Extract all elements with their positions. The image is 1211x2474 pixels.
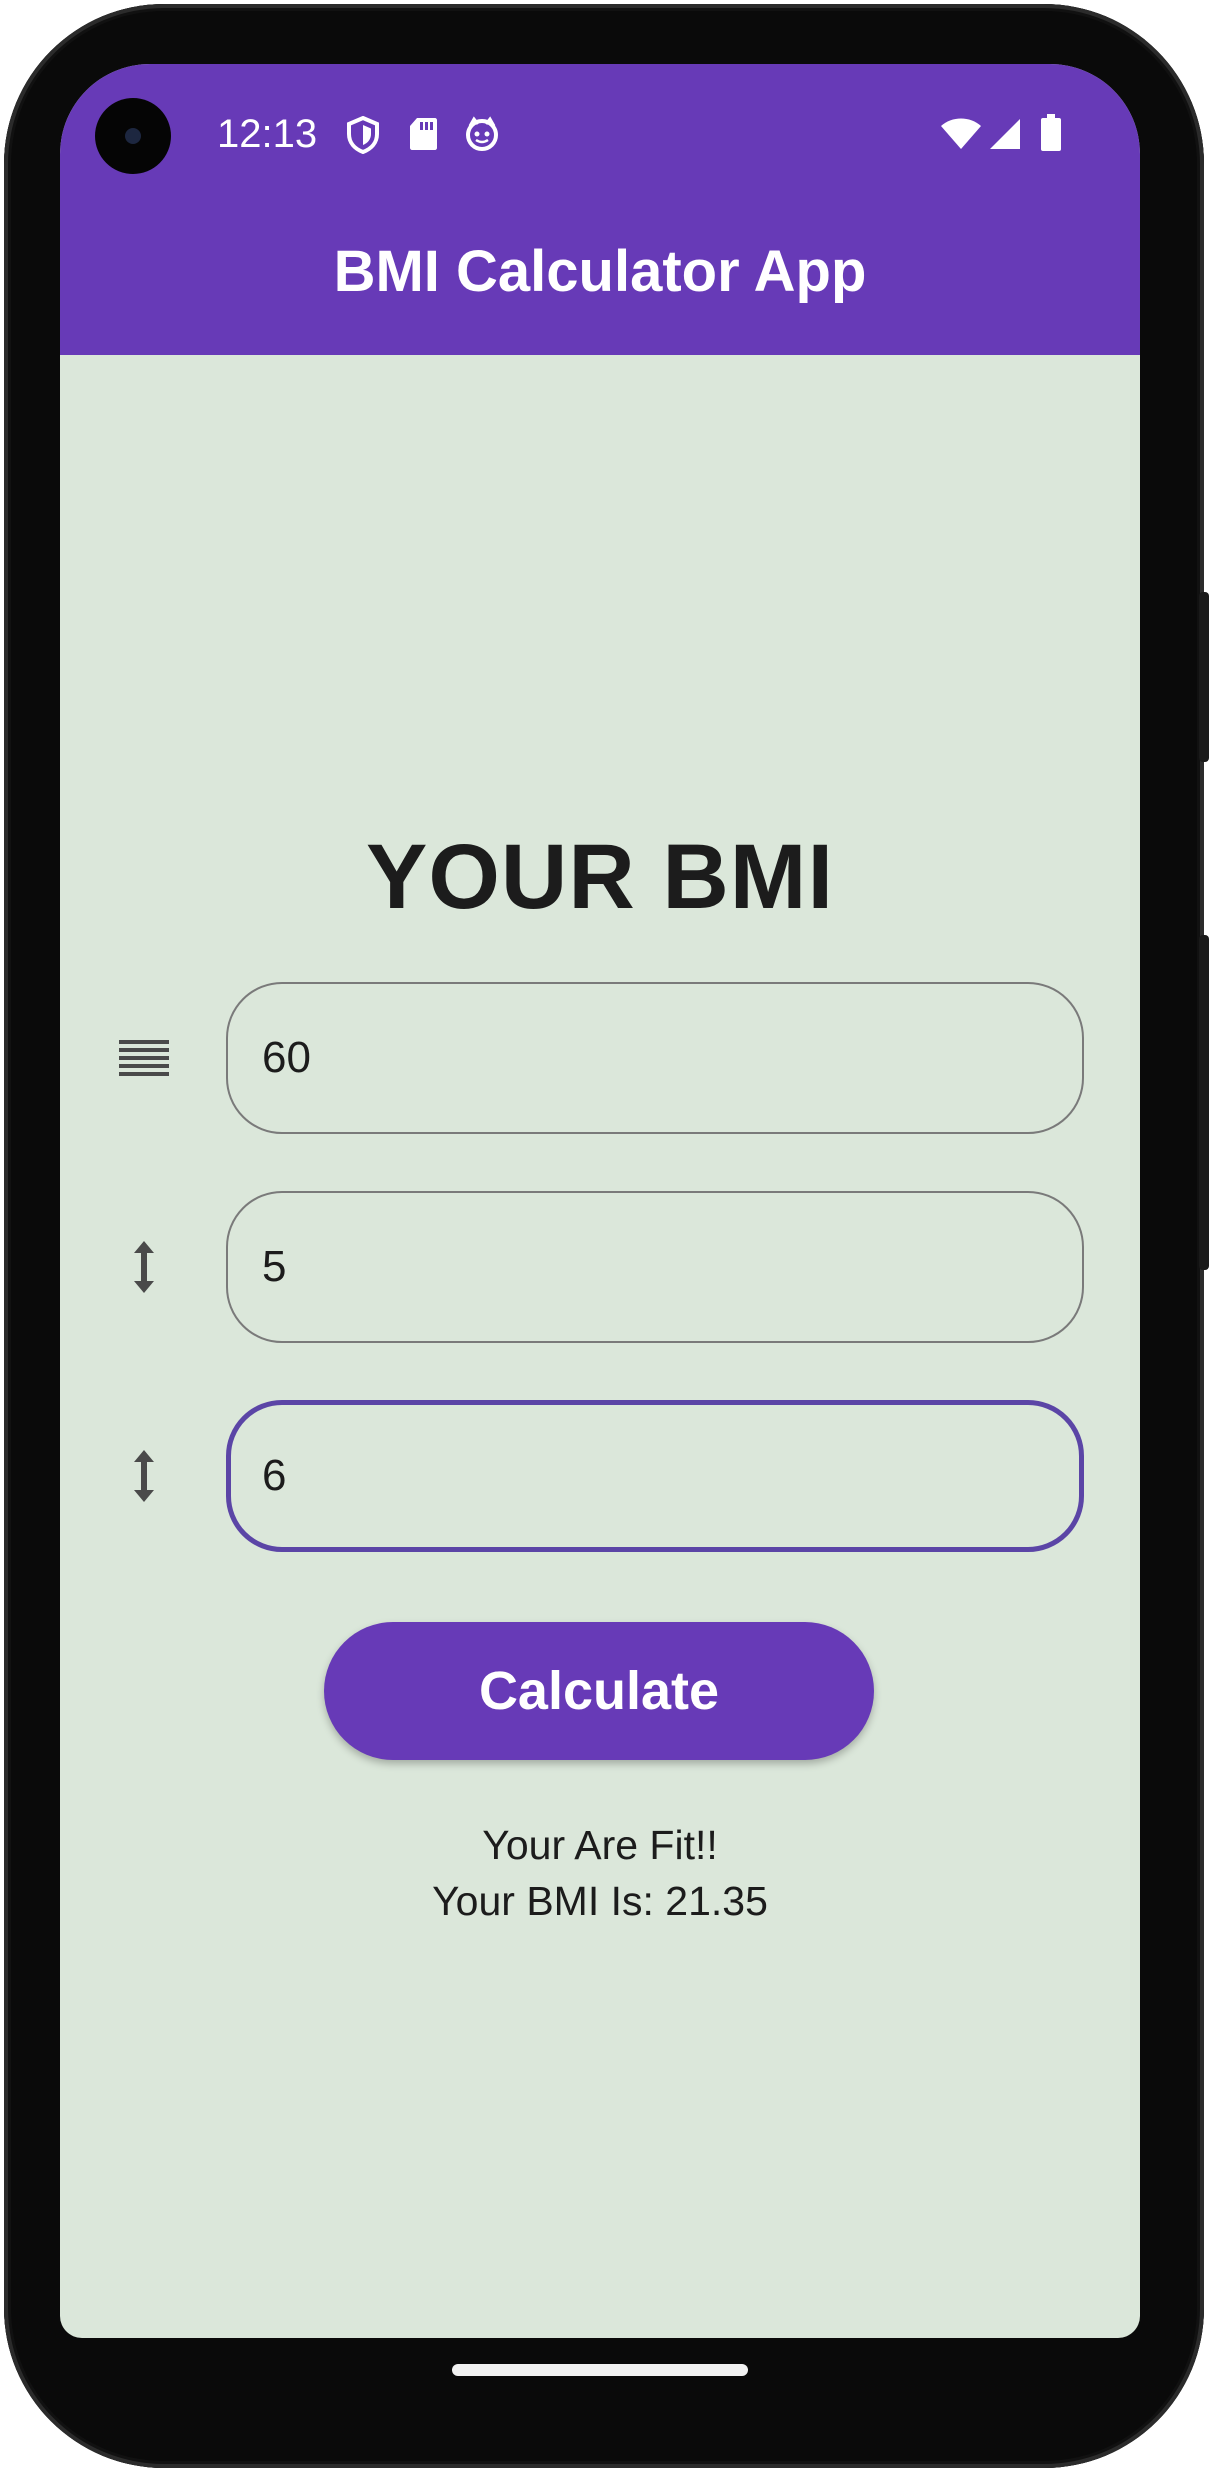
weight-input[interactable]: 60 <box>226 982 1084 1134</box>
weight-field-row: 60 <box>60 982 1140 1134</box>
height-inches-field-row: 6 <box>60 1400 1140 1552</box>
height-inches-input-value: 6 <box>262 1451 287 1500</box>
weight-input-value: 60 <box>262 1033 311 1082</box>
volume-button <box>1199 935 1209 1270</box>
sd-card-icon <box>408 116 438 157</box>
height-feet-input[interactable]: 5 <box>226 1191 1084 1343</box>
height-arrows-icon <box>114 1446 174 1506</box>
bmi-headline: YOUR BMI <box>366 826 834 928</box>
height-inches-input[interactable]: 6 <box>226 1400 1084 1552</box>
app-title: BMI Calculator App <box>333 239 867 304</box>
result-bmi-text: Your BMI Is: 21.35 <box>432 1878 768 1924</box>
wifi-icon <box>940 118 982 155</box>
status-time: 12:13 <box>217 112 318 156</box>
shield-icon <box>346 115 380 159</box>
app-screen: 12:13 BMI Calculator App YOUR BMI 60 5 6… <box>60 64 1140 2338</box>
signal-icon <box>988 118 1022 155</box>
battery-icon <box>1040 114 1062 157</box>
height-feet-input-value: 5 <box>262 1242 287 1291</box>
height-feet-field-row: 5 <box>60 1191 1140 1343</box>
height-arrows-icon <box>114 1237 174 1297</box>
calculate-button[interactable]: Calculate <box>324 1622 874 1760</box>
power-button <box>1199 592 1209 762</box>
home-indicator[interactable] <box>452 2364 748 2376</box>
result-status-text: Your Are Fit!! <box>482 1822 718 1868</box>
app-bar: 12:13 BMI Calculator App <box>60 64 1140 355</box>
phone-frame: 12:13 BMI Calculator App YOUR BMI 60 5 6… <box>0 0 1211 2474</box>
status-bar: 12:13 <box>60 64 1140 204</box>
face-icon <box>464 116 500 157</box>
weight-lines-icon <box>114 1028 174 1088</box>
front-camera <box>95 98 171 174</box>
